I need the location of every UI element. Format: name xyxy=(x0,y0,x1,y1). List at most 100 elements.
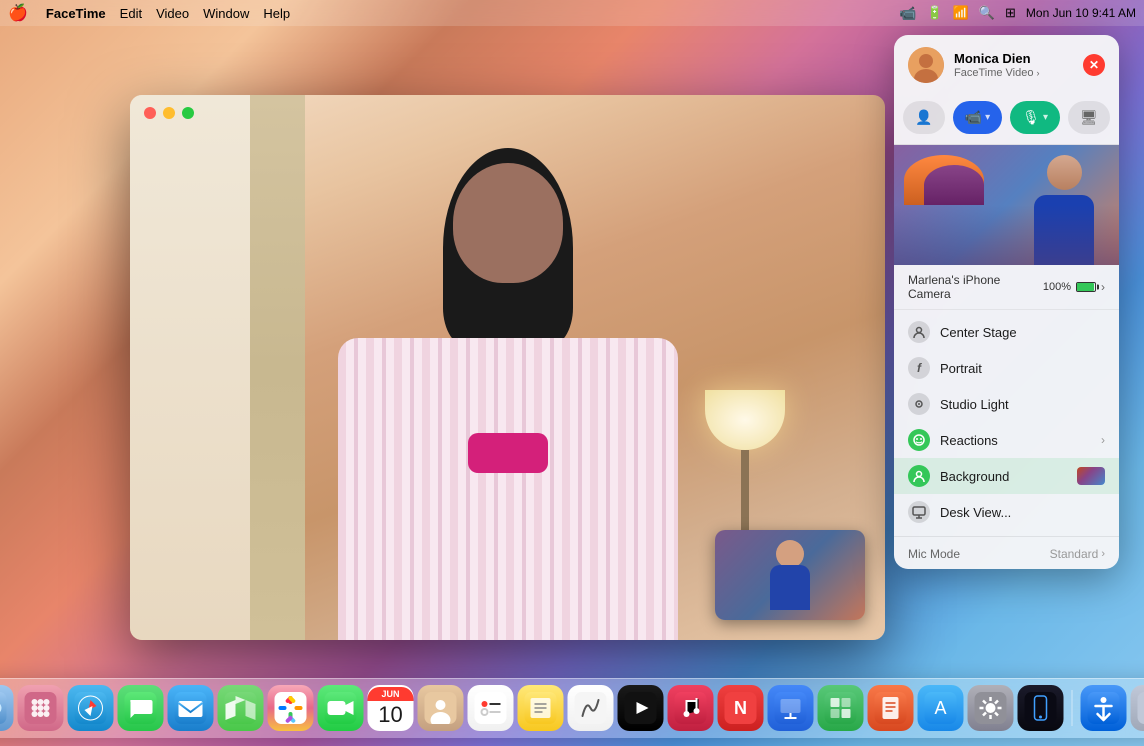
background-icon xyxy=(908,465,930,487)
dock-item-music[interactable] xyxy=(668,685,714,731)
dock-item-mail[interactable] xyxy=(168,685,214,731)
reactions-chevron-icon: › xyxy=(1101,433,1105,447)
desk-view-icon xyxy=(908,501,930,523)
menu-bar-battery-icon: 🔋 xyxy=(926,5,942,21)
menu-bar-wifi-icon: 📶 xyxy=(953,5,969,21)
menu-bar-time: Mon Jun 10 9:41 AM xyxy=(1026,6,1136,20)
center-stage-item[interactable]: Center Stage xyxy=(894,314,1119,350)
person-shirt xyxy=(338,338,678,641)
window-minimize-button[interactable] xyxy=(163,107,175,119)
microphone-button[interactable]: 🎙 ▾ xyxy=(1010,101,1060,134)
dock-item-accessibility[interactable] xyxy=(1081,685,1127,731)
preview-head xyxy=(776,540,804,568)
menu-bar-facetime-icon: 📹 xyxy=(899,5,916,22)
portrait-icon: f xyxy=(908,357,930,379)
dock-item-messages[interactable] xyxy=(118,685,164,731)
calendar-month-label: JUN xyxy=(368,687,414,701)
dock-item-appletv[interactable] xyxy=(618,685,664,731)
video-chevron-icon: ▾ xyxy=(985,112,990,123)
preview-body xyxy=(770,565,810,610)
dock-item-contacts[interactable] xyxy=(418,685,464,731)
menu-bar-app-name[interactable]: FaceTime xyxy=(46,6,106,21)
dock-item-launchpad[interactable] xyxy=(18,685,64,731)
menu-bar-control-center-icon[interactable]: ⊞ xyxy=(1005,5,1016,21)
menu-bar-right: 📹 🔋 📶 🔍 ⊞ Mon Jun 10 9:41 AM xyxy=(899,5,1136,22)
control-buttons-row: 👤 📹 ▾ 🎙 ▾ 🖥 xyxy=(894,93,1119,145)
svg-text:N: N xyxy=(734,698,747,718)
dock-item-pages[interactable] xyxy=(868,685,914,731)
person-view-button[interactable]: 👤 xyxy=(903,101,944,134)
background-item[interactable]: Background xyxy=(894,458,1119,494)
reactions-label: Reactions xyxy=(940,433,1091,448)
dock-item-numbers[interactable] xyxy=(818,685,864,731)
contact-subtitle: FaceTime Video › xyxy=(954,67,1073,79)
video-button[interactable]: 📹 ▾ xyxy=(953,101,1002,134)
menu-bar-edit[interactable]: Edit xyxy=(120,6,142,21)
dock-item-safari[interactable] xyxy=(68,685,114,731)
person-icon: 👤 xyxy=(915,109,932,126)
contact-name: Monica Dien xyxy=(954,51,1073,68)
video-camera-icon: 📹 xyxy=(965,109,982,126)
battery-icon xyxy=(1076,282,1096,292)
menu-bar-window[interactable]: Window xyxy=(203,6,249,21)
reactions-item[interactable]: Reactions › xyxy=(894,422,1119,458)
dock-item-photos[interactable] xyxy=(268,685,314,731)
dock-item-notes[interactable] xyxy=(518,685,564,731)
screen-icon: 🖥 xyxy=(1080,109,1098,126)
background-thumbnail xyxy=(1077,467,1105,485)
contact-subtitle-text: FaceTime Video xyxy=(954,67,1033,79)
dock-item-calendar[interactable]: JUN 10 xyxy=(368,685,414,731)
dock-separator xyxy=(1072,690,1073,726)
dock-item-reminders[interactable] xyxy=(468,685,514,731)
menu-bar-help[interactable]: Help xyxy=(263,6,290,21)
self-view-preview xyxy=(715,530,865,620)
panel-divider xyxy=(894,536,1119,537)
studio-light-icon xyxy=(908,393,930,415)
effects-menu: Center Stage f Portrait Studio Light xyxy=(894,310,1119,534)
camera-battery-info: 100% › xyxy=(1043,280,1105,294)
dock-item-freeform[interactable] xyxy=(568,685,614,731)
camera-name-label: Marlena's iPhone Camera xyxy=(908,273,1043,301)
battery-fill-bar xyxy=(1077,283,1094,291)
mic-mode-row[interactable]: Mic Mode Standard › xyxy=(894,539,1119,569)
menu-bar-search-icon[interactable]: 🔍 xyxy=(979,5,995,21)
center-stage-icon xyxy=(908,321,930,343)
dock-item-maps[interactable] xyxy=(218,685,264,731)
center-stage-label: Center Stage xyxy=(940,325,1105,340)
screen-share-button[interactable]: 🖥 xyxy=(1068,101,1110,134)
dock-item-facetime[interactable] xyxy=(318,685,364,731)
pv-head xyxy=(1047,155,1082,190)
dock-item-finder[interactable] xyxy=(0,685,14,731)
mic-icon: 🎙 xyxy=(1022,109,1040,126)
battery-percent-label: 100% xyxy=(1043,281,1071,293)
svg-text:A: A xyxy=(934,698,946,718)
close-call-button[interactable]: ✕ xyxy=(1083,54,1105,76)
window-close-button[interactable] xyxy=(144,107,156,119)
contact-info: Monica Dien FaceTime Video › xyxy=(954,51,1073,80)
call-panel: Monica Dien FaceTime Video › ✕ 👤 📹 ▾ 🎙 ▾… xyxy=(894,35,1119,569)
person-figure xyxy=(278,138,738,641)
person-face xyxy=(453,163,563,283)
apple-logo-icon[interactable]: 🍎 xyxy=(8,3,28,23)
desk-view-item[interactable]: Desk View... xyxy=(894,494,1119,530)
studio-light-item[interactable]: Studio Light xyxy=(894,386,1119,422)
mic-mode-value: Standard › xyxy=(1050,547,1105,561)
menu-bar: 🍎 FaceTime Edit Video Window Help 📹 🔋 📶 … xyxy=(0,0,1144,26)
camera-bar[interactable]: Marlena's iPhone Camera 100% › xyxy=(894,265,1119,310)
preview-figure xyxy=(765,540,815,610)
portrait-item[interactable]: f Portrait xyxy=(894,350,1119,386)
menu-bar-left: 🍎 FaceTime Edit Video Window Help xyxy=(8,3,290,23)
menu-bar-video[interactable]: Video xyxy=(156,6,189,21)
dock-item-trash[interactable] xyxy=(1131,685,1144,731)
battery-tip xyxy=(1097,285,1099,290)
studio-light-label: Studio Light xyxy=(940,397,1105,412)
dock-item-appstore[interactable]: A xyxy=(918,685,964,731)
dock-item-iphone-mirroring[interactable] xyxy=(1018,685,1064,731)
dock-item-system-settings[interactable] xyxy=(968,685,1014,731)
window-maximize-button[interactable] xyxy=(182,107,194,119)
mic-chevron-icon: ▾ xyxy=(1043,112,1048,123)
dock-item-keynote[interactable] xyxy=(768,685,814,731)
dock-item-news[interactable]: N xyxy=(718,685,764,731)
camera-expand-chevron-icon[interactable]: › xyxy=(1101,280,1105,294)
panel-video-preview xyxy=(894,145,1119,265)
